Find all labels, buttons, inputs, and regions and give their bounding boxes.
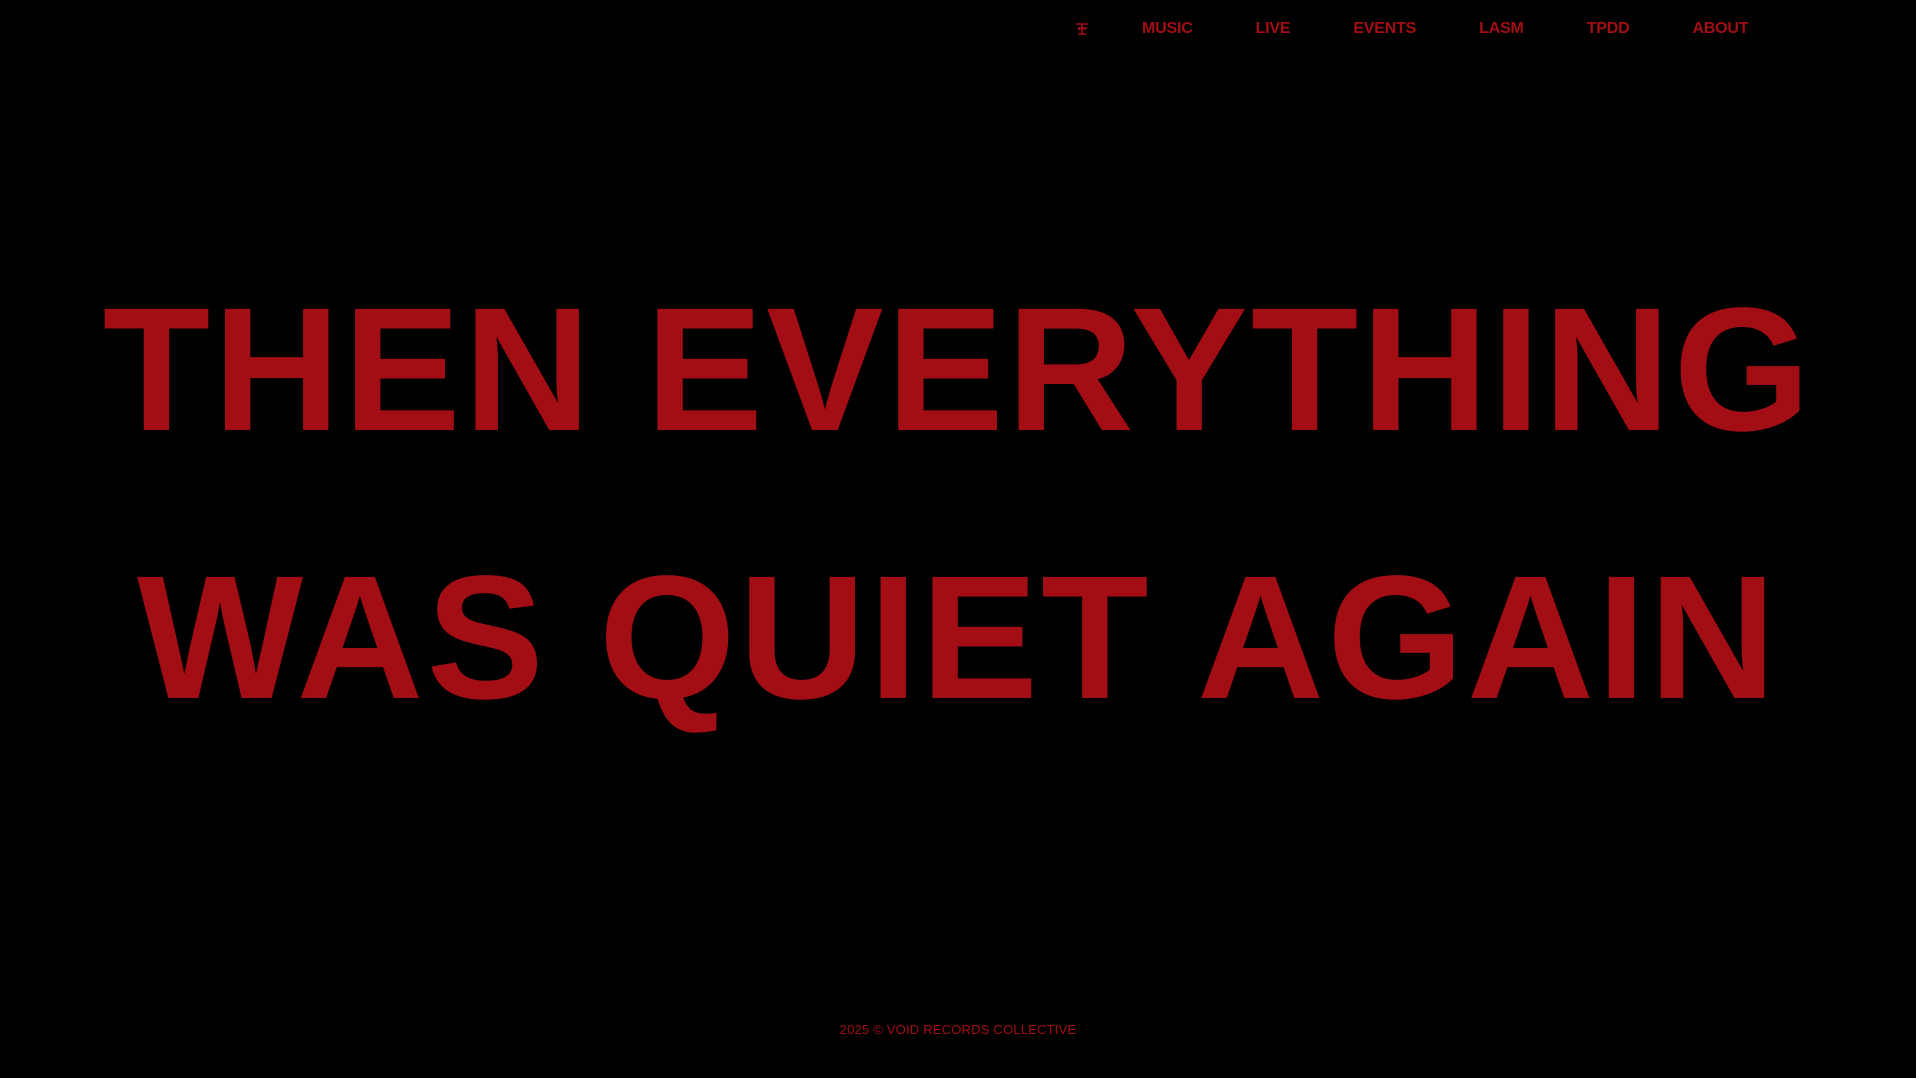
top-navigation: MUSIC LIVE EVENTS LASM TPDD ABOUT — [1070, 17, 1749, 41]
nav-link-music[interactable]: MUSIC — [1142, 20, 1193, 38]
nav-link-lasm[interactable]: LASM — [1479, 20, 1524, 38]
label-logo-icon[interactable] — [1070, 17, 1094, 41]
nav-link-events[interactable]: EVENTS — [1353, 20, 1416, 38]
hero-heading-line-1: THEN EVERYTHING — [102, 272, 1814, 468]
nav-link-tpdd[interactable]: TPDD — [1587, 20, 1630, 38]
hero-heading-line-2: WAS QUIET AGAIN — [136, 540, 1780, 736]
footer-copyright: 2025 © VOID RECORDS COLLECTIVE — [839, 1022, 1077, 1037]
nav-link-live[interactable]: LIVE — [1256, 20, 1291, 38]
nav-link-about[interactable]: ABOUT — [1692, 20, 1748, 38]
